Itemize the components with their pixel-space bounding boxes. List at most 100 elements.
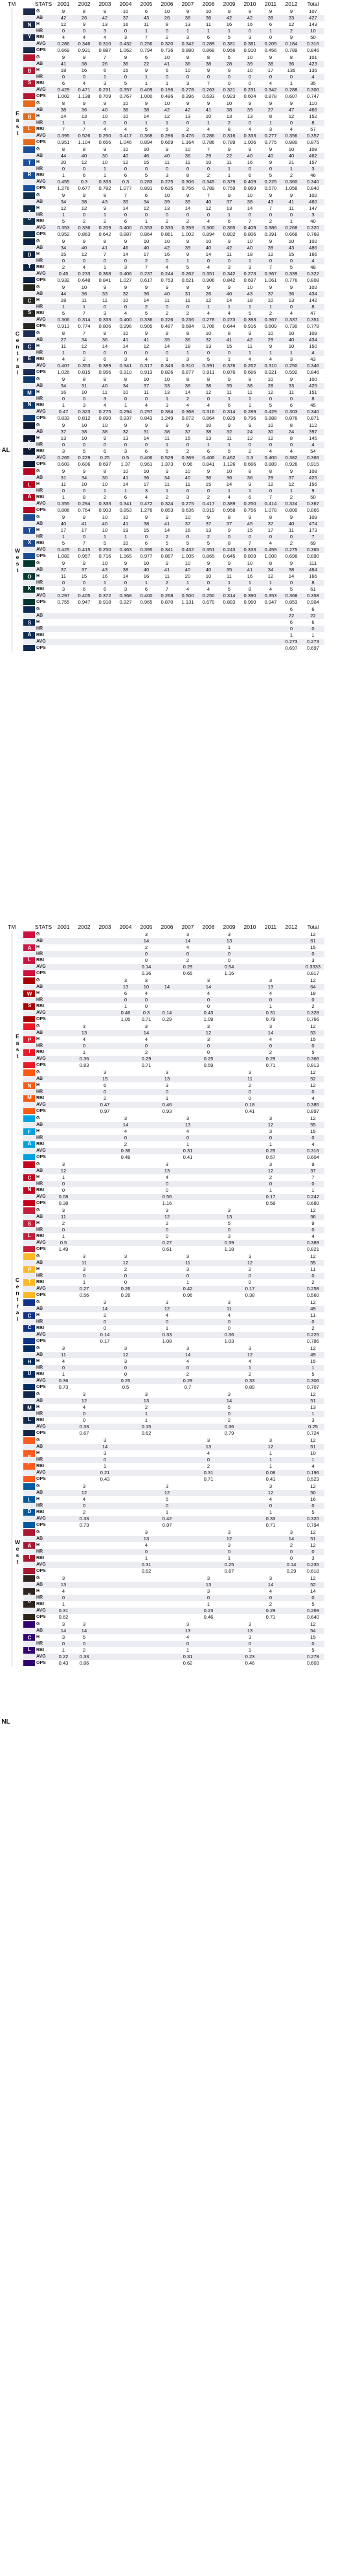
year-cell: 4: [82, 264, 86, 270]
year-cell: 10: [205, 8, 212, 14]
nl-header-year-2004: 2004: [119, 924, 132, 930]
year-cell: 37: [143, 383, 150, 389]
year-cell: 5: [62, 310, 65, 316]
year-cell: 0: [144, 951, 148, 957]
year-cell: 16: [247, 573, 253, 579]
year-cell: 22: [226, 153, 232, 159]
year-cell: 0.592: [285, 369, 298, 375]
year-cell: 12: [205, 205, 212, 211]
year-cell: 13: [205, 343, 212, 349]
stats-page: TM STATS 2001 2002 2003 2004 2005 2006 2007 2008 2…: [0, 0, 358, 2576]
total-cell: 434: [309, 291, 317, 297]
year-cell: 4: [62, 1588, 65, 1594]
year-cell: 34: [122, 383, 129, 389]
year-cell: 0.887: [119, 231, 132, 237]
year-cell: 10: [164, 8, 170, 14]
total-cell: 112: [309, 422, 317, 428]
stat-label: RBI: [36, 541, 45, 545]
year-cell: 1: [62, 120, 65, 126]
total-cell: 2: [311, 1325, 315, 1331]
year-cell: 0: [124, 304, 128, 310]
year-cell: 8: [227, 126, 231, 132]
year-cell: 3: [103, 1450, 107, 1456]
year-cell: 9: [124, 422, 128, 428]
year-cell: 8: [248, 586, 252, 592]
year-cell: 3: [103, 310, 107, 316]
year-cell: 28: [226, 61, 232, 67]
stat-row-ab: AB 44 36 33 32 36 40 31 26 40 43 37 36 434: [23, 291, 324, 297]
stat-row-ab: AB 14 12 11 49: [23, 1306, 324, 1312]
year-cell: 0: [289, 442, 293, 448]
year-cell: 5: [124, 80, 128, 86]
stat-row-rbi: RBI 1 1: [23, 632, 324, 639]
year-cell: 10: [122, 389, 129, 395]
year-cell: 0.342: [223, 271, 236, 277]
total-cell: 102: [309, 238, 317, 244]
stat-label: HR: [36, 1457, 43, 1462]
stat-label: AVG: [36, 41, 46, 46]
year-cell: 11: [61, 1352, 66, 1358]
year-cell: 9: [186, 8, 190, 14]
stat-row-rbi: RBI 1 2 1 1 5: [23, 1647, 324, 1654]
year-cell: 0.46: [120, 1010, 131, 1016]
year-cell: 13: [81, 113, 87, 119]
year-cell: 1: [62, 172, 65, 178]
year-cell: 4: [124, 310, 128, 316]
al-header-tm: TM: [8, 1, 16, 7]
year-cell: 4: [248, 1358, 252, 1364]
stat-label: AB: [36, 16, 43, 20]
year-cell: 0: [82, 28, 86, 34]
year-cell: 10: [164, 100, 170, 106]
stat-row-g: G 9 8 8 8 10 10 8 8 9 8 10 9 100: [23, 376, 324, 383]
year-cell: 14: [164, 343, 170, 349]
year-cell: 0: [289, 120, 293, 126]
stat-label: AB: [36, 1398, 43, 1403]
year-cell: 7: [269, 264, 273, 270]
stat-label: H: [36, 252, 40, 256]
year-cell: 0: [186, 534, 190, 540]
year-cell: 10: [102, 159, 108, 165]
year-cell: 0: [269, 1503, 273, 1509]
stat-label: HR: [36, 1135, 43, 1140]
stat-label: OPS: [36, 140, 46, 144]
year-cell: 0.324: [285, 501, 298, 507]
year-cell: 13: [226, 205, 232, 211]
year-cell: 0: [248, 28, 252, 34]
year-cell: 12: [81, 1490, 87, 1496]
year-cell: 8: [82, 494, 86, 500]
year-cell: 0: [165, 74, 169, 80]
year-cell: 16: [247, 159, 253, 165]
year-cell: 1.18: [224, 1246, 234, 1252]
total-cell: 157: [309, 159, 317, 165]
stat-label: AVG: [36, 1378, 46, 1383]
stat-row-ops: OPS 0.56 0.26 0.96 0.38 0.560: [23, 1292, 324, 1299]
stat-label: H: [36, 390, 40, 394]
al-header-year-2007: 2007: [181, 1, 194, 7]
year-cell: 8: [82, 376, 86, 382]
year-cell: 9: [227, 560, 231, 566]
year-cell: 0.42: [162, 1516, 172, 1522]
year-cell: 0: [269, 534, 273, 540]
stat-row-avg: AVG 0.265 0.229 0.25 0.5 0.406 0.529 0.369 0.406…: [23, 455, 324, 461]
year-cell: 0.36: [58, 1378, 69, 1384]
total-cell: 52: [310, 1582, 316, 1588]
stat-row-ab: AB 31 34 30 41 36 34 40 36 36 36 29 37 425: [23, 475, 324, 481]
total-cell: 14: [310, 1588, 316, 1594]
year-cell: 0.956: [223, 47, 236, 53]
year-cell: 5: [62, 540, 65, 546]
year-cell: 0.905: [140, 323, 153, 329]
year-cell: 2: [227, 1417, 231, 1423]
year-cell: 4: [269, 356, 273, 362]
year-cell: 1.276: [140, 507, 153, 513]
year-cell: 0: [227, 258, 231, 264]
year-cell: 3: [248, 1069, 252, 1075]
year-cell: 0.887: [98, 47, 111, 53]
year-cell: 0.286: [57, 41, 70, 47]
year-cell: 14: [122, 205, 129, 211]
stat-row-avg: AVG 0.45 0.233 0.368 0.406 0.237 0.244 0.262 0.3…: [23, 271, 324, 277]
stat-label: AB: [36, 108, 43, 112]
year-cell: 36: [205, 475, 212, 481]
year-cell: 3: [269, 1483, 273, 1489]
year-cell: 29: [205, 153, 212, 159]
year-cell: 9: [207, 514, 210, 520]
